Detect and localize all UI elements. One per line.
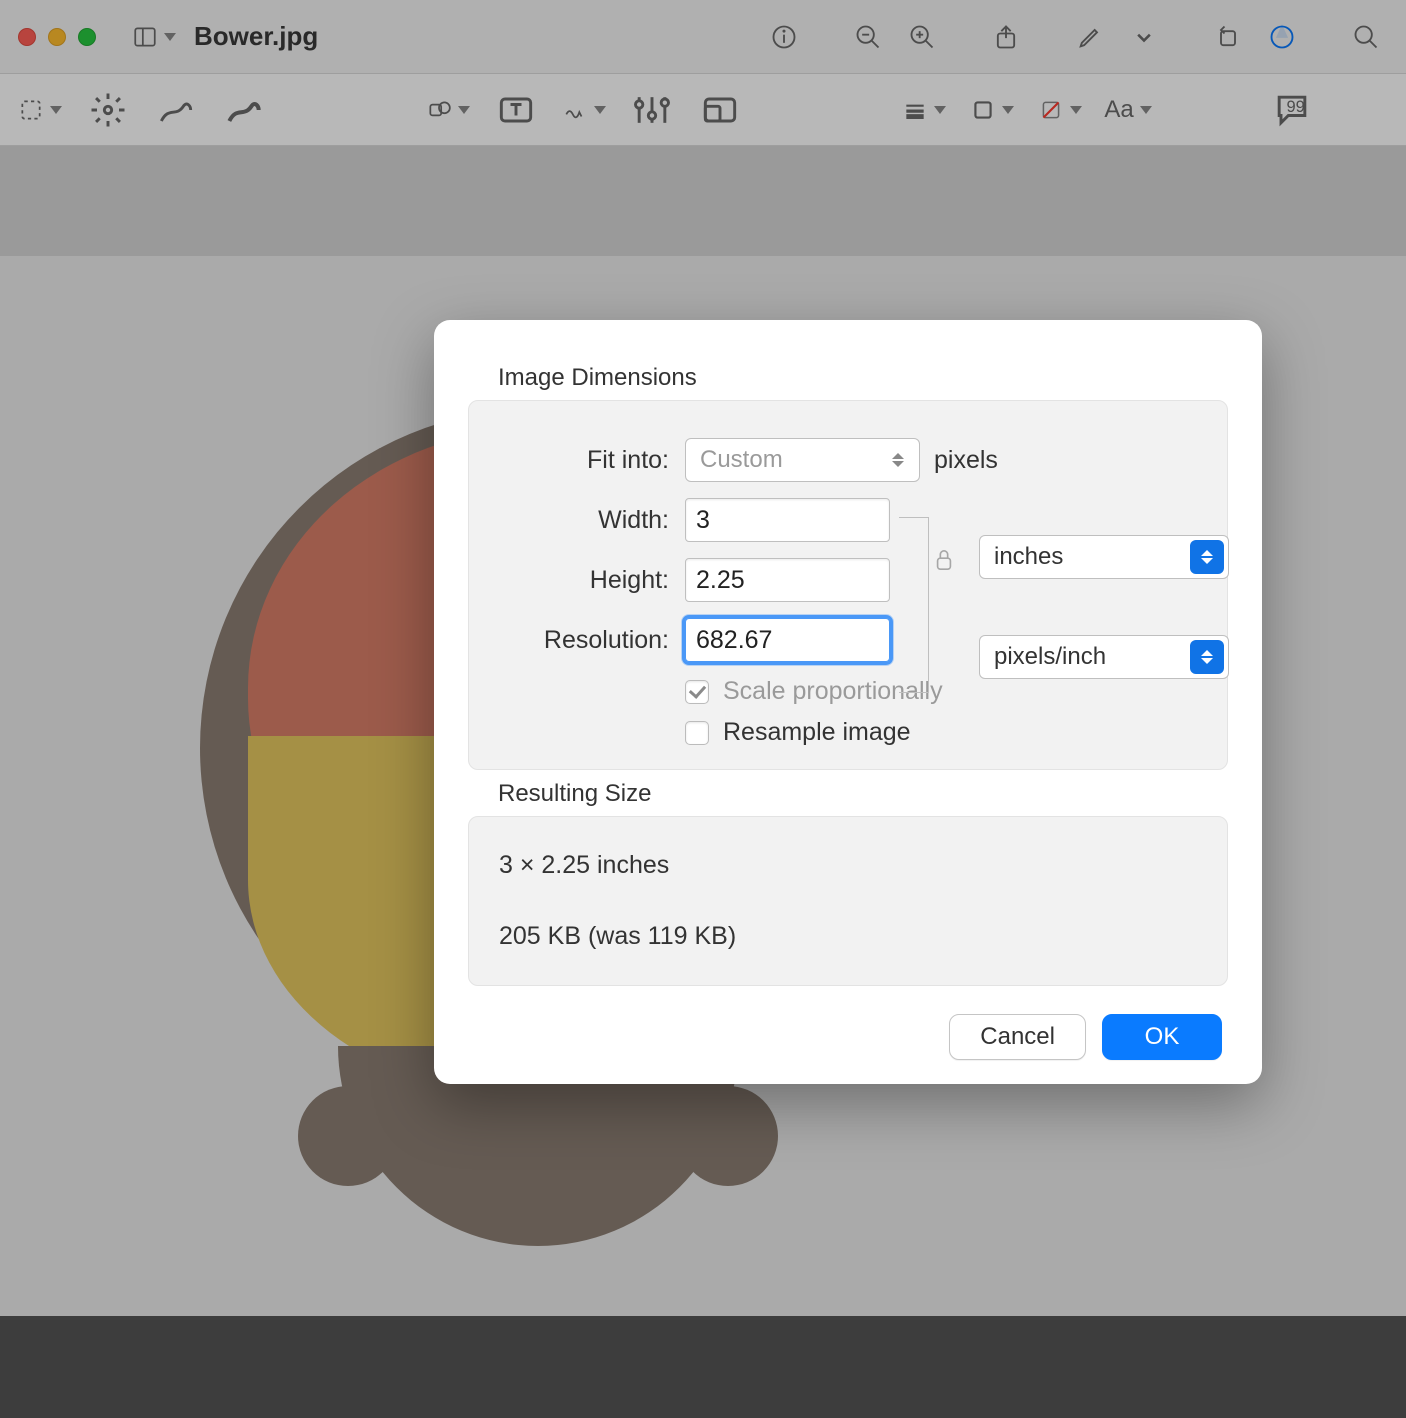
image-dimensions-heading: Image Dimensions [498, 364, 1228, 392]
sidebar-toggle-button[interactable] [132, 15, 176, 59]
svg-text:99: 99 [1287, 97, 1305, 115]
zoom-out-icon[interactable] [846, 15, 890, 59]
instant-alpha-icon[interactable] [86, 88, 130, 132]
width-label: Width: [499, 506, 669, 535]
fill-color-icon[interactable] [1038, 88, 1082, 132]
search-icon[interactable] [1344, 15, 1388, 59]
height-label: Height: [499, 566, 669, 595]
highlight-icon[interactable] [1260, 15, 1304, 59]
select-arrow-icon [1190, 540, 1224, 574]
resample-image-checkbox[interactable] [685, 721, 709, 745]
shapes-icon[interactable] [426, 88, 470, 132]
markup-toolbar: Aa 99 [0, 74, 1406, 146]
markup-dropdown-icon[interactable] [1122, 15, 1166, 59]
rotate-icon[interactable] [1206, 15, 1250, 59]
select-arrow-icon [881, 443, 915, 477]
width-input[interactable] [685, 498, 890, 542]
fit-into-label: Fit into: [499, 446, 669, 475]
size-unit-value: inches [994, 543, 1063, 571]
resolution-input[interactable] [685, 618, 890, 662]
resulting-size-panel: 3 × 2.25 inches 205 KB (was 119 KB) [468, 816, 1228, 986]
selection-tool-icon[interactable] [18, 88, 62, 132]
footer-strip [0, 1316, 1406, 1418]
border-color-icon[interactable] [970, 88, 1014, 132]
draw-icon[interactable] [222, 88, 266, 132]
height-input[interactable] [685, 558, 890, 602]
resolution-label: Resolution: [499, 626, 669, 655]
fit-into-value: Custom [700, 446, 783, 474]
fit-into-select[interactable]: Custom [685, 438, 920, 482]
text-style-icon[interactable]: Aa [1106, 88, 1150, 132]
document-title: Bower.jpg [194, 21, 318, 52]
zoom-in-icon[interactable] [900, 15, 944, 59]
close-window-button[interactable] [18, 28, 36, 46]
resample-image-row: Resample image [685, 718, 1197, 747]
resulting-dimensions-text: 3 × 2.25 inches [499, 851, 1197, 880]
title-bar: Bower.jpg [0, 0, 1406, 74]
adjust-size-icon[interactable] [698, 88, 742, 132]
resample-image-label: Resample image [723, 718, 911, 747]
sign-icon[interactable] [562, 88, 606, 132]
sketch-icon[interactable] [154, 88, 198, 132]
lock-bracket [899, 517, 929, 693]
cancel-button[interactable]: Cancel [949, 1014, 1086, 1060]
description-icon[interactable]: 99 [1270, 88, 1314, 132]
window-controls [18, 28, 96, 46]
dimensions-panel: Fit into: Custom pixels Width: Height: R… [468, 400, 1228, 770]
minimize-window-button[interactable] [48, 28, 66, 46]
resulting-filesize-text: 205 KB (was 119 KB) [499, 922, 1197, 951]
share-icon[interactable] [984, 15, 1028, 59]
fullscreen-window-button[interactable] [78, 28, 96, 46]
scale-proportionally-checkbox[interactable] [685, 680, 709, 704]
resolution-unit-select[interactable]: pixels/inch [979, 635, 1229, 679]
markup-icon[interactable] [1068, 15, 1112, 59]
adjust-color-icon[interactable] [630, 88, 674, 132]
adjust-size-dialog: Image Dimensions Fit into: Custom pixels… [434, 320, 1262, 1084]
fit-into-unit: pixels [934, 446, 998, 475]
resulting-size-heading: Resulting Size [498, 780, 1228, 808]
text-icon[interactable] [494, 88, 538, 132]
line-style-icon[interactable] [902, 88, 946, 132]
lock-icon[interactable] [933, 547, 955, 579]
ok-button[interactable]: OK [1102, 1014, 1222, 1060]
info-icon[interactable] [762, 15, 806, 59]
select-arrow-icon [1190, 640, 1224, 674]
size-unit-select[interactable]: inches [979, 535, 1229, 579]
resolution-unit-value: pixels/inch [994, 643, 1106, 671]
scale-proportionally-row: Scale proportionally [685, 677, 1197, 706]
